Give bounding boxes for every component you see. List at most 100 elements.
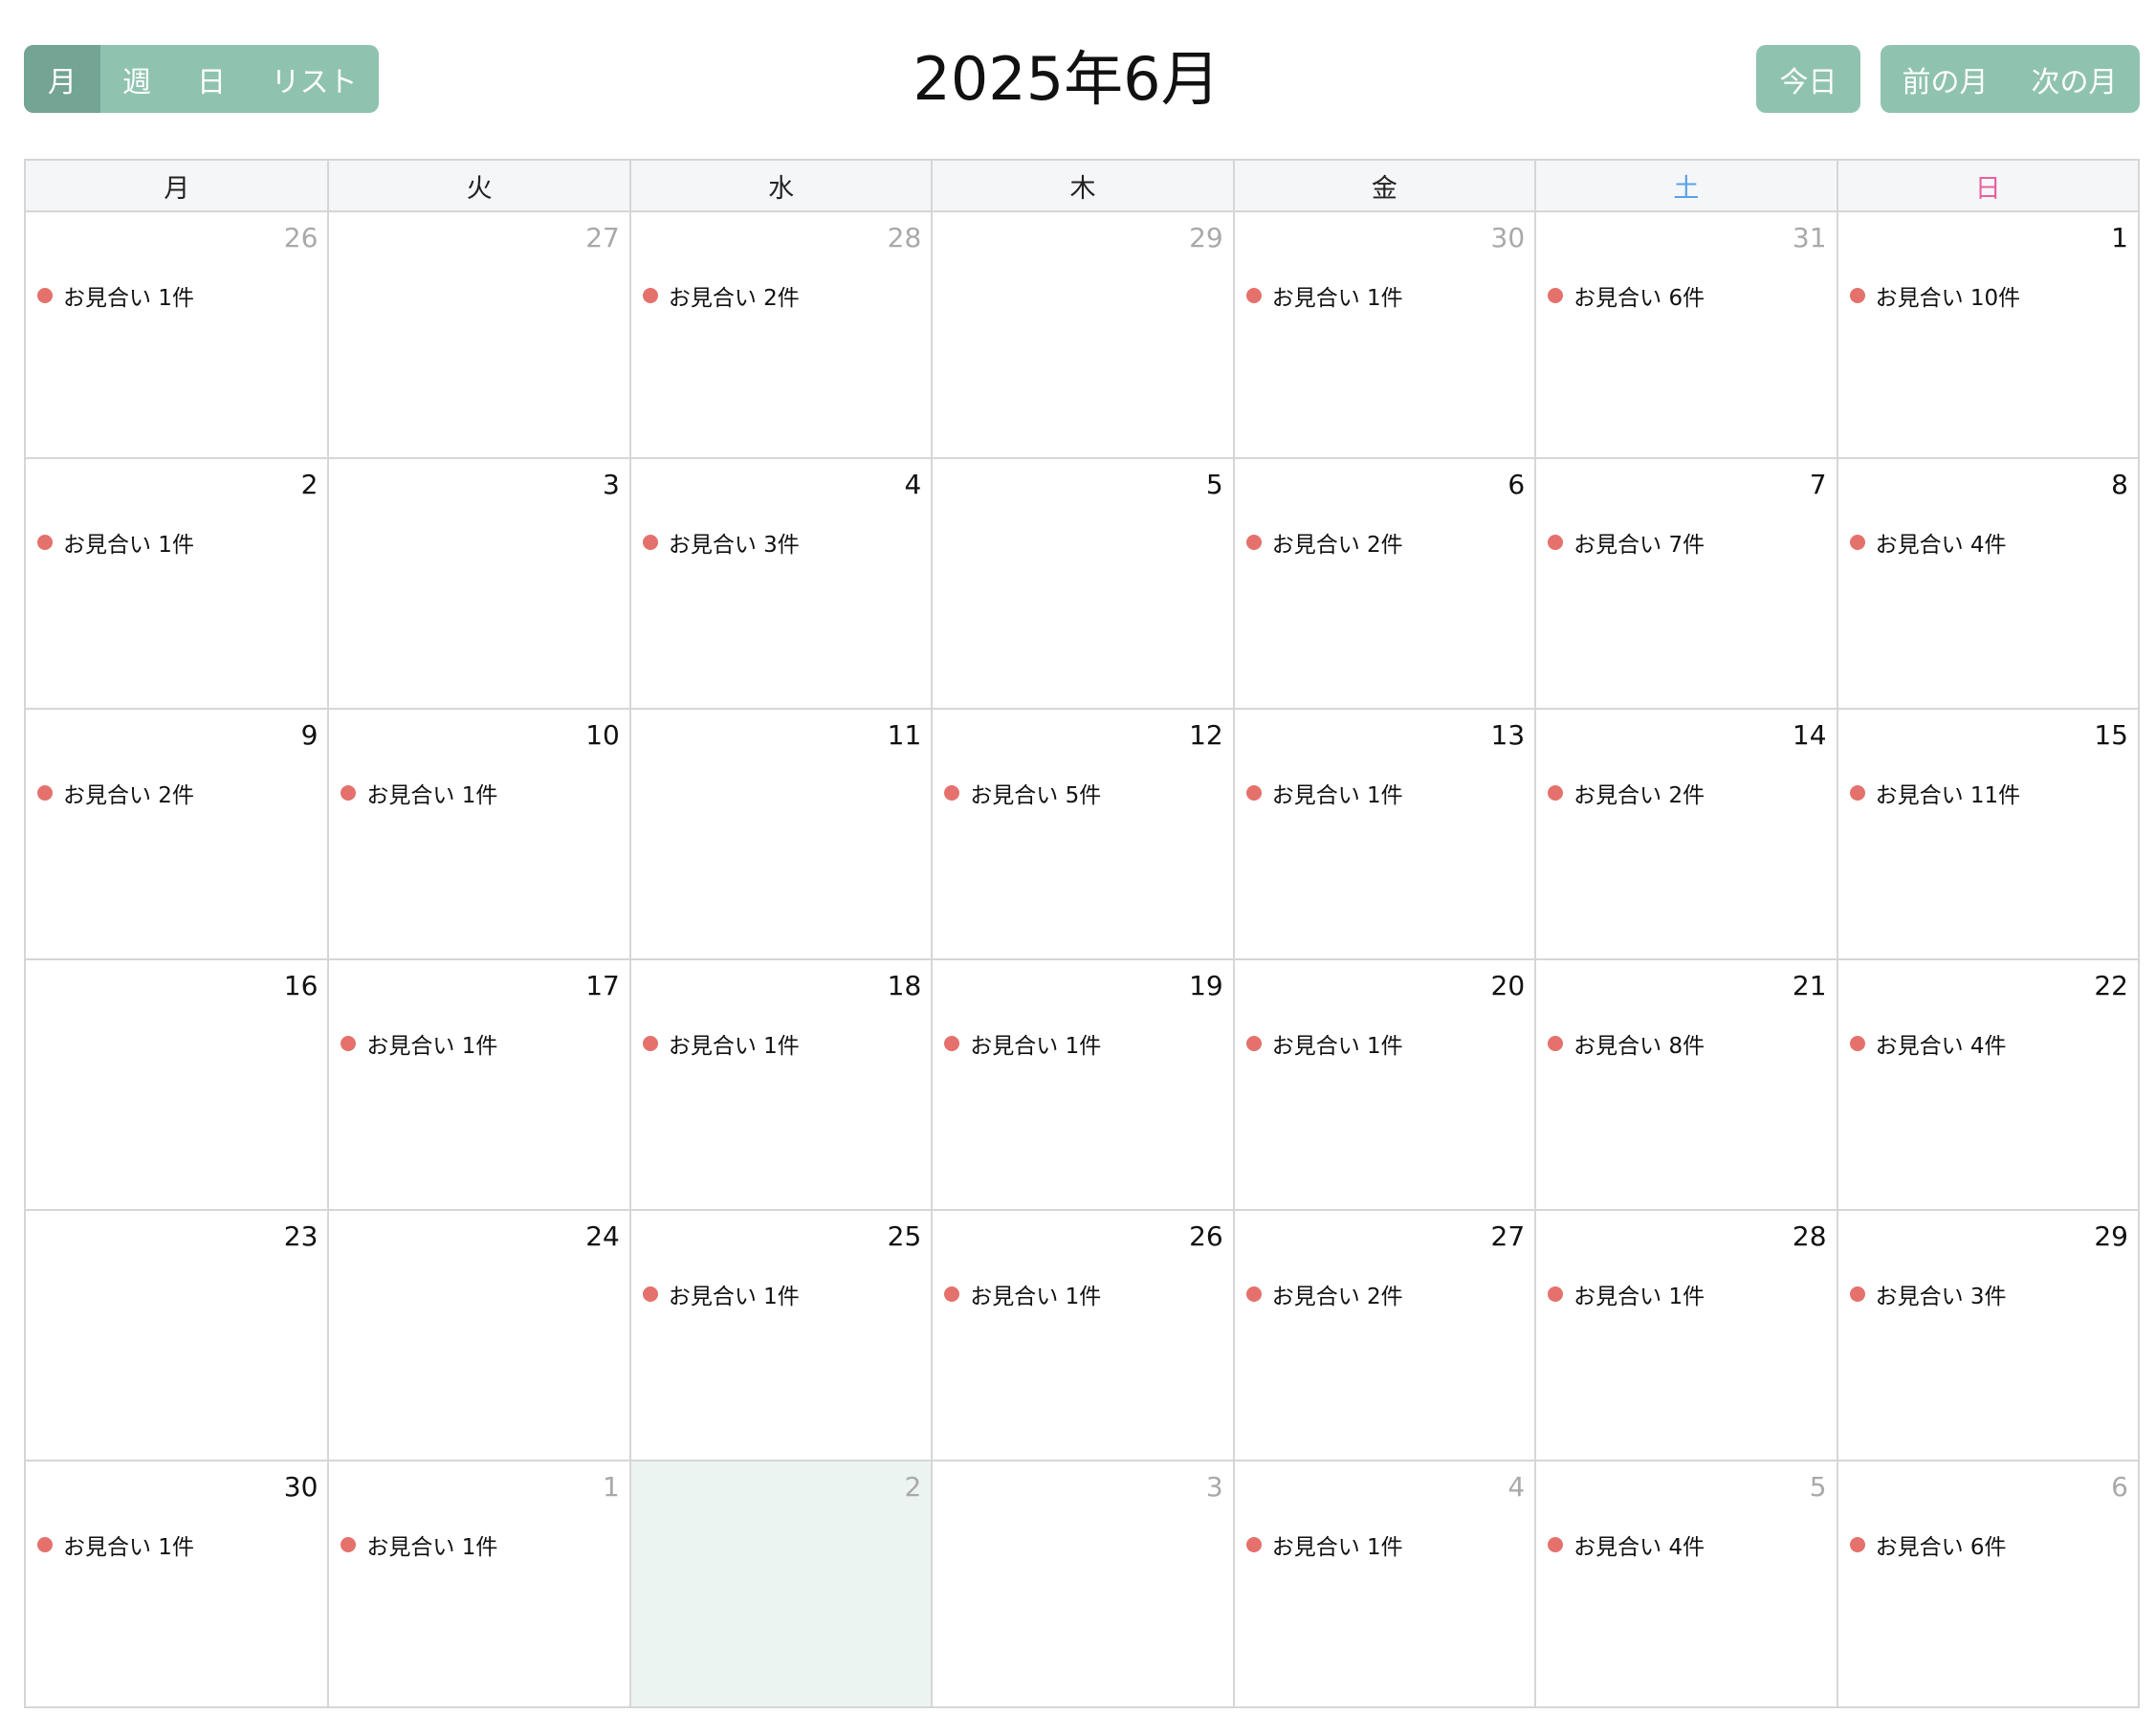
day-cell[interactable]: 8 お見合い 4件 — [1836, 459, 2138, 708]
calendar-event[interactable]: お見合い 1件 — [944, 1278, 1101, 1310]
day-number[interactable]: 5 — [1810, 1471, 1827, 1503]
calendar-event[interactable]: お見合い 1件 — [944, 1027, 1101, 1060]
day-cell[interactable]: 29 — [931, 212, 1232, 457]
day-cell[interactable]: 20 お見合い 1件 — [1232, 960, 1534, 1209]
next-month-button[interactable]: 次の月 — [2010, 45, 2139, 113]
day-number[interactable]: 2 — [904, 1471, 921, 1503]
calendar-event[interactable]: お見合い 2件 — [1245, 526, 1403, 559]
day-number[interactable]: 14 — [1793, 719, 1827, 751]
day-number[interactable]: 15 — [2094, 719, 2128, 751]
day-cell[interactable]: 12 お見合い 5件 — [931, 710, 1232, 958]
day-number[interactable]: 20 — [1491, 970, 1526, 1001]
calendar-event[interactable]: お見合い 1件 — [1245, 1528, 1403, 1561]
day-number[interactable]: 21 — [1793, 970, 1827, 1001]
calendar-event[interactable]: お見合い 1件 — [1245, 777, 1403, 809]
day-cell[interactable]: 6 お見合い 2件 — [1232, 459, 1534, 708]
day-number[interactable]: 9 — [301, 719, 319, 751]
day-cell[interactable]: 30 お見合い 1件 — [26, 1461, 327, 1706]
day-number[interactable]: 12 — [1189, 719, 1223, 751]
calendar-event[interactable]: お見合い 1件 — [1245, 279, 1403, 312]
day-cell-today[interactable]: 2 — [628, 1461, 932, 1706]
calendar-event[interactable]: お見合い 4件 — [1849, 526, 2007, 559]
day-cell[interactable]: 16 — [26, 960, 327, 1209]
day-cell[interactable]: 10 お見合い 1件 — [327, 710, 628, 958]
calendar-event[interactable]: お見合い 3件 — [642, 526, 800, 559]
day-cell[interactable]: 19 お見合い 1件 — [931, 960, 1232, 1209]
calendar-event[interactable]: お見合い 6件 — [1849, 1528, 2007, 1561]
day-cell[interactable]: 27 お見合い 2件 — [1232, 1211, 1534, 1460]
day-number[interactable]: 29 — [1189, 222, 1223, 253]
day-cell[interactable]: 27 — [327, 212, 628, 457]
day-number[interactable]: 27 — [1491, 1220, 1526, 1252]
day-cell[interactable]: 13 お見合い 1件 — [1232, 710, 1534, 958]
day-number[interactable]: 30 — [284, 1471, 319, 1503]
calendar-event[interactable]: お見合い 3件 — [1849, 1278, 2007, 1310]
day-cell[interactable]: 6 お見合い 6件 — [1836, 1461, 2138, 1706]
day-cell[interactable]: 4 お見合い 1件 — [1232, 1461, 1534, 1706]
day-number[interactable]: 26 — [1189, 1220, 1223, 1252]
calendar-event[interactable]: お見合い 4件 — [1849, 1027, 2007, 1060]
day-cell[interactable]: 1 お見合い 1件 — [327, 1461, 628, 1706]
prev-month-button[interactable]: 前の月 — [1881, 45, 2010, 113]
day-cell[interactable]: 22 お見合い 4件 — [1836, 960, 2138, 1209]
day-cell[interactable]: 5 — [931, 459, 1232, 708]
calendar-event[interactable]: お見合い 1件 — [37, 526, 194, 559]
day-number[interactable]: 7 — [1810, 469, 1827, 500]
calendar-event[interactable]: お見合い 2件 — [642, 279, 800, 312]
day-cell[interactable]: 14 お見合い 2件 — [1534, 710, 1836, 958]
day-cell[interactable]: 24 — [327, 1211, 628, 1460]
day-number[interactable]: 26 — [284, 222, 319, 253]
day-cell[interactable]: 5 お見合い 4件 — [1534, 1461, 1836, 1706]
calendar-event[interactable]: お見合い 4件 — [1548, 1528, 1705, 1561]
calendar-event[interactable]: お見合い 1件 — [341, 777, 497, 809]
calendar-event[interactable]: お見合い 1件 — [1245, 1027, 1403, 1060]
day-cell[interactable]: 28 お見合い 1件 — [1534, 1211, 1836, 1460]
day-number[interactable]: 31 — [1793, 222, 1827, 253]
day-number[interactable]: 28 — [888, 222, 922, 253]
day-cell[interactable]: 17 お見合い 1件 — [327, 960, 628, 1209]
day-number[interactable]: 4 — [904, 469, 921, 500]
calendar-event[interactable]: お見合い 1件 — [37, 1528, 194, 1561]
day-cell[interactable]: 18 お見合い 1件 — [628, 960, 931, 1209]
day-cell[interactable]: 29 お見合い 3件 — [1836, 1211, 2138, 1460]
calendar-event[interactable]: お見合い 8件 — [1548, 1027, 1705, 1060]
day-cell[interactable]: 25 お見合い 1件 — [628, 1211, 931, 1460]
day-number[interactable]: 25 — [888, 1220, 922, 1252]
day-cell[interactable]: 7 お見合い 7件 — [1534, 459, 1836, 708]
day-number[interactable]: 30 — [1491, 222, 1526, 253]
day-cell[interactable]: 3 — [327, 459, 628, 708]
calendar-event[interactable]: お見合い 1件 — [341, 1528, 497, 1561]
day-cell[interactable]: 26 お見合い 1件 — [26, 212, 327, 457]
day-cell[interactable]: 31 お見合い 6件 — [1534, 212, 1836, 457]
day-number[interactable]: 18 — [888, 970, 922, 1001]
day-number[interactable]: 13 — [1491, 719, 1526, 751]
day-number[interactable]: 3 — [1206, 1471, 1223, 1503]
calendar-event[interactable]: お見合い 1件 — [642, 1278, 800, 1310]
day-cell[interactable]: 9 お見合い 2件 — [26, 710, 327, 958]
calendar-event[interactable]: お見合い 2件 — [1245, 1278, 1403, 1310]
calendar-event[interactable]: お見合い 10件 — [1849, 279, 2020, 312]
day-cell[interactable]: 21 お見合い 8件 — [1534, 960, 1836, 1209]
day-number[interactable]: 6 — [1507, 469, 1525, 500]
day-cell[interactable]: 11 — [628, 710, 931, 958]
calendar-event[interactable]: お見合い 2件 — [1548, 777, 1705, 809]
day-number[interactable]: 4 — [1507, 1471, 1525, 1503]
day-cell[interactable]: 2 お見合い 1件 — [26, 459, 327, 708]
calendar-event[interactable]: お見合い 6件 — [1548, 279, 1705, 312]
day-number[interactable]: 2 — [301, 469, 319, 500]
day-number[interactable]: 23 — [284, 1220, 319, 1252]
day-number[interactable]: 19 — [1189, 970, 1223, 1001]
day-number[interactable]: 29 — [2094, 1220, 2128, 1252]
day-number[interactable]: 3 — [603, 469, 620, 500]
day-number[interactable]: 22 — [2094, 970, 2128, 1001]
day-number[interactable]: 16 — [284, 970, 319, 1001]
calendar-event[interactable]: お見合い 1件 — [341, 1027, 497, 1060]
calendar-event[interactable]: お見合い 1件 — [642, 1027, 800, 1060]
day-cell[interactable]: 3 — [931, 1461, 1232, 1706]
calendar-event[interactable]: お見合い 11件 — [1849, 777, 2020, 809]
day-number[interactable]: 1 — [603, 1471, 620, 1503]
calendar-event[interactable]: お見合い 7件 — [1548, 526, 1705, 559]
day-number[interactable]: 6 — [2111, 1471, 2128, 1503]
day-cell[interactable]: 1 お見合い 10件 — [1836, 212, 2138, 457]
calendar-event[interactable]: お見合い 5件 — [944, 777, 1101, 809]
